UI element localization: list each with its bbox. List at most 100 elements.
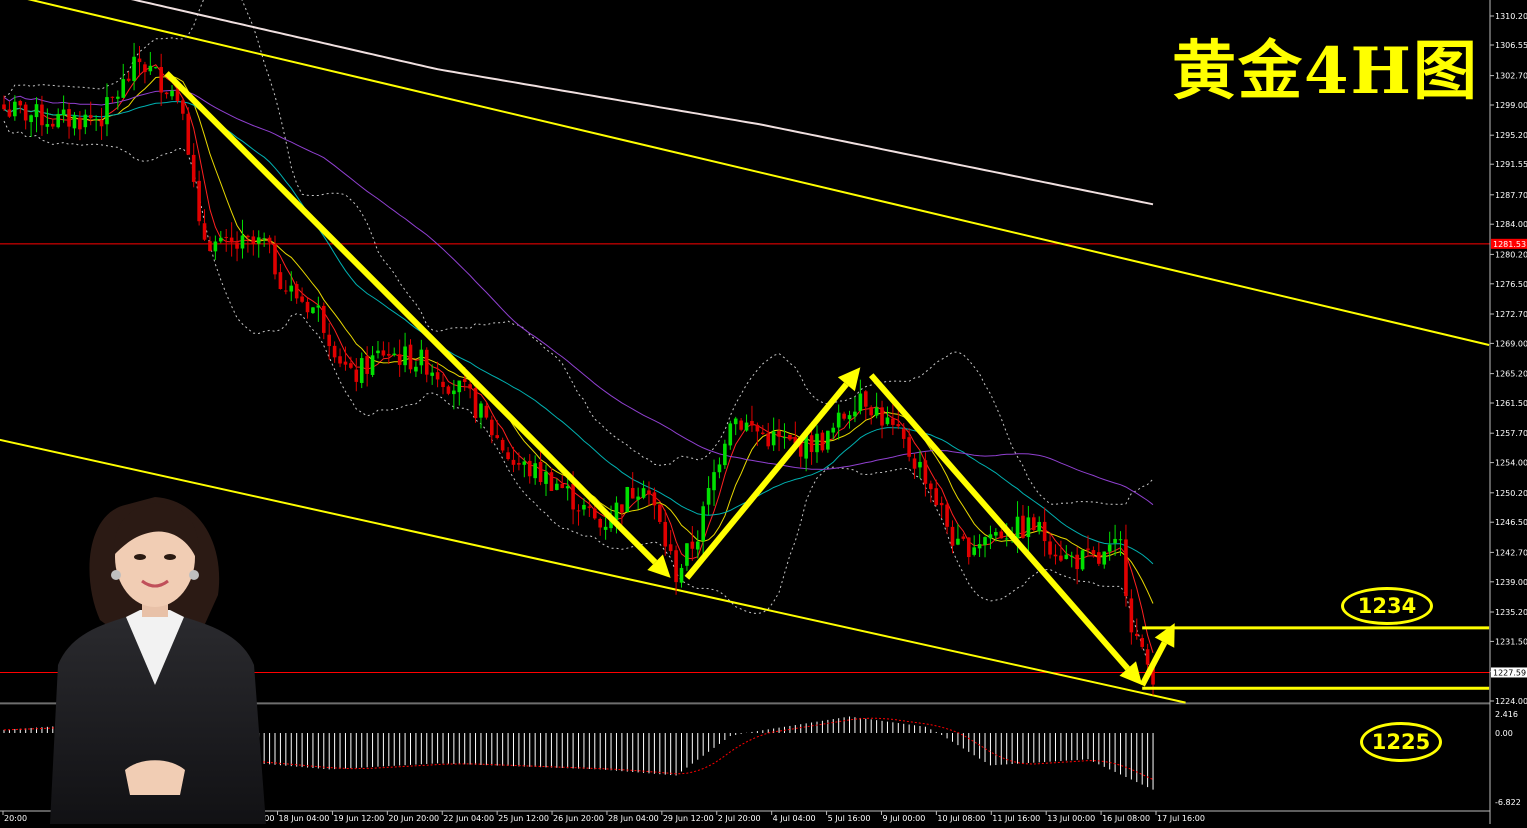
candle-body [289, 285, 294, 292]
candle-body [197, 180, 201, 222]
candle-body [473, 387, 478, 419]
price-marker-label-1: 1227.59 [1493, 668, 1526, 677]
candle-body [343, 361, 348, 365]
candle-body [1140, 638, 1144, 647]
candle-body [1118, 539, 1123, 541]
candle-body [370, 355, 375, 375]
candle-body [359, 358, 364, 383]
candle-body [820, 432, 825, 451]
candle-body [630, 487, 635, 499]
candle-body [1145, 649, 1150, 665]
candle-body [229, 237, 234, 243]
candle-body [912, 458, 917, 469]
candle-body [625, 486, 630, 512]
candle-body [354, 369, 359, 382]
candle-body [332, 345, 337, 358]
candle-body [506, 452, 510, 460]
candle-body [831, 427, 836, 433]
candle-body [896, 424, 901, 427]
candle-body [327, 334, 331, 347]
price-tick-label: 1269.00 [1495, 339, 1527, 348]
price-tick-label: 1231.50 [1495, 637, 1527, 646]
candle-body [685, 543, 689, 566]
candle-body [853, 411, 857, 417]
candle-body [679, 567, 684, 583]
time-tick-label: 19 Jun 12:00 [333, 814, 384, 823]
presenter-earring-left [111, 570, 121, 580]
time-tick-label: 17 Jul 16:00 [1157, 814, 1205, 823]
candle-body [755, 424, 760, 432]
candle-body [750, 420, 754, 426]
arrow-up-1-shaft [684, 382, 849, 580]
candle-body [105, 97, 109, 125]
candle-body [668, 544, 673, 552]
candle-body [576, 510, 581, 512]
candle-body [885, 417, 890, 425]
candle-body [153, 67, 158, 69]
price-tick-label: 1246.50 [1495, 518, 1527, 527]
time-tick-label: 20 Jun 20:00 [388, 814, 439, 823]
candle-body [842, 413, 846, 419]
candle-body [1080, 550, 1085, 570]
candle-body [462, 378, 467, 382]
presenter-eye-left [134, 554, 146, 560]
candle-body [202, 223, 207, 240]
candle-body [1021, 515, 1025, 538]
candle-body [549, 472, 554, 492]
candle-body [663, 521, 668, 547]
candle-body [419, 349, 424, 366]
candle-body [435, 372, 440, 380]
candle-body [1091, 550, 1096, 554]
candle-body [13, 101, 17, 117]
candle-body [284, 290, 288, 292]
candle-body [235, 242, 239, 249]
chart-title: 黄金4H图 [1172, 34, 1479, 109]
candle-body [23, 104, 28, 121]
price-tick-label: 1287.70 [1495, 191, 1527, 200]
candle-body [1004, 538, 1009, 540]
candle-body [544, 471, 548, 484]
time-tick-label: 22 Jun 04:00 [443, 814, 494, 823]
candle-body [956, 538, 960, 545]
candle-body [598, 518, 602, 528]
candle-body [468, 384, 472, 389]
time-tick-label: 10 Jul 08:00 [937, 814, 985, 823]
price-tick-label: 1272.70 [1495, 310, 1527, 319]
candle-body [381, 350, 386, 356]
time-tick-label: 29 Jun 12:00 [663, 814, 714, 823]
price-axis: 1310.20 1306.55 1302.70 1299.00 1295.20 1291.… [1489, 0, 1527, 824]
candle-body [246, 235, 250, 238]
candle-body [397, 354, 402, 365]
candle-body [143, 64, 147, 73]
time-tick-label: 25 Jun 12:00 [498, 814, 549, 823]
candle-body [1048, 541, 1052, 555]
level-badge-lower: 1225 [1360, 722, 1442, 762]
candle-body [387, 353, 391, 356]
candle-body [349, 363, 353, 368]
candle-body [365, 356, 369, 374]
candle-body [88, 114, 93, 119]
candle-body [603, 526, 608, 530]
candle-body [874, 407, 879, 416]
price-tick-label: 1235.20 [1495, 608, 1527, 617]
candle-body [430, 372, 434, 376]
presenter-eye-right [164, 554, 176, 560]
candle-body [863, 391, 868, 407]
time-tick-label: 5 Jul 16:00 [828, 814, 871, 823]
time-tick-label: 20:00 [4, 814, 27, 823]
candle-body [939, 502, 944, 506]
candle-body [175, 89, 180, 101]
candle-body [674, 550, 678, 583]
candle-body [983, 537, 987, 546]
candle-body [582, 504, 586, 510]
candle-body [527, 460, 532, 477]
time-tick-label: 9 Jul 00:00 [882, 814, 925, 823]
candle-body [972, 547, 976, 555]
presenter-hands [125, 760, 185, 795]
time-tick-label: 2 Jul 20:00 [718, 814, 761, 823]
ma-200 [130, 0, 1154, 206]
candle-body [555, 483, 559, 490]
candle-body [300, 296, 304, 302]
candle-body [424, 349, 429, 375]
annotation-layer [164, 71, 1490, 690]
